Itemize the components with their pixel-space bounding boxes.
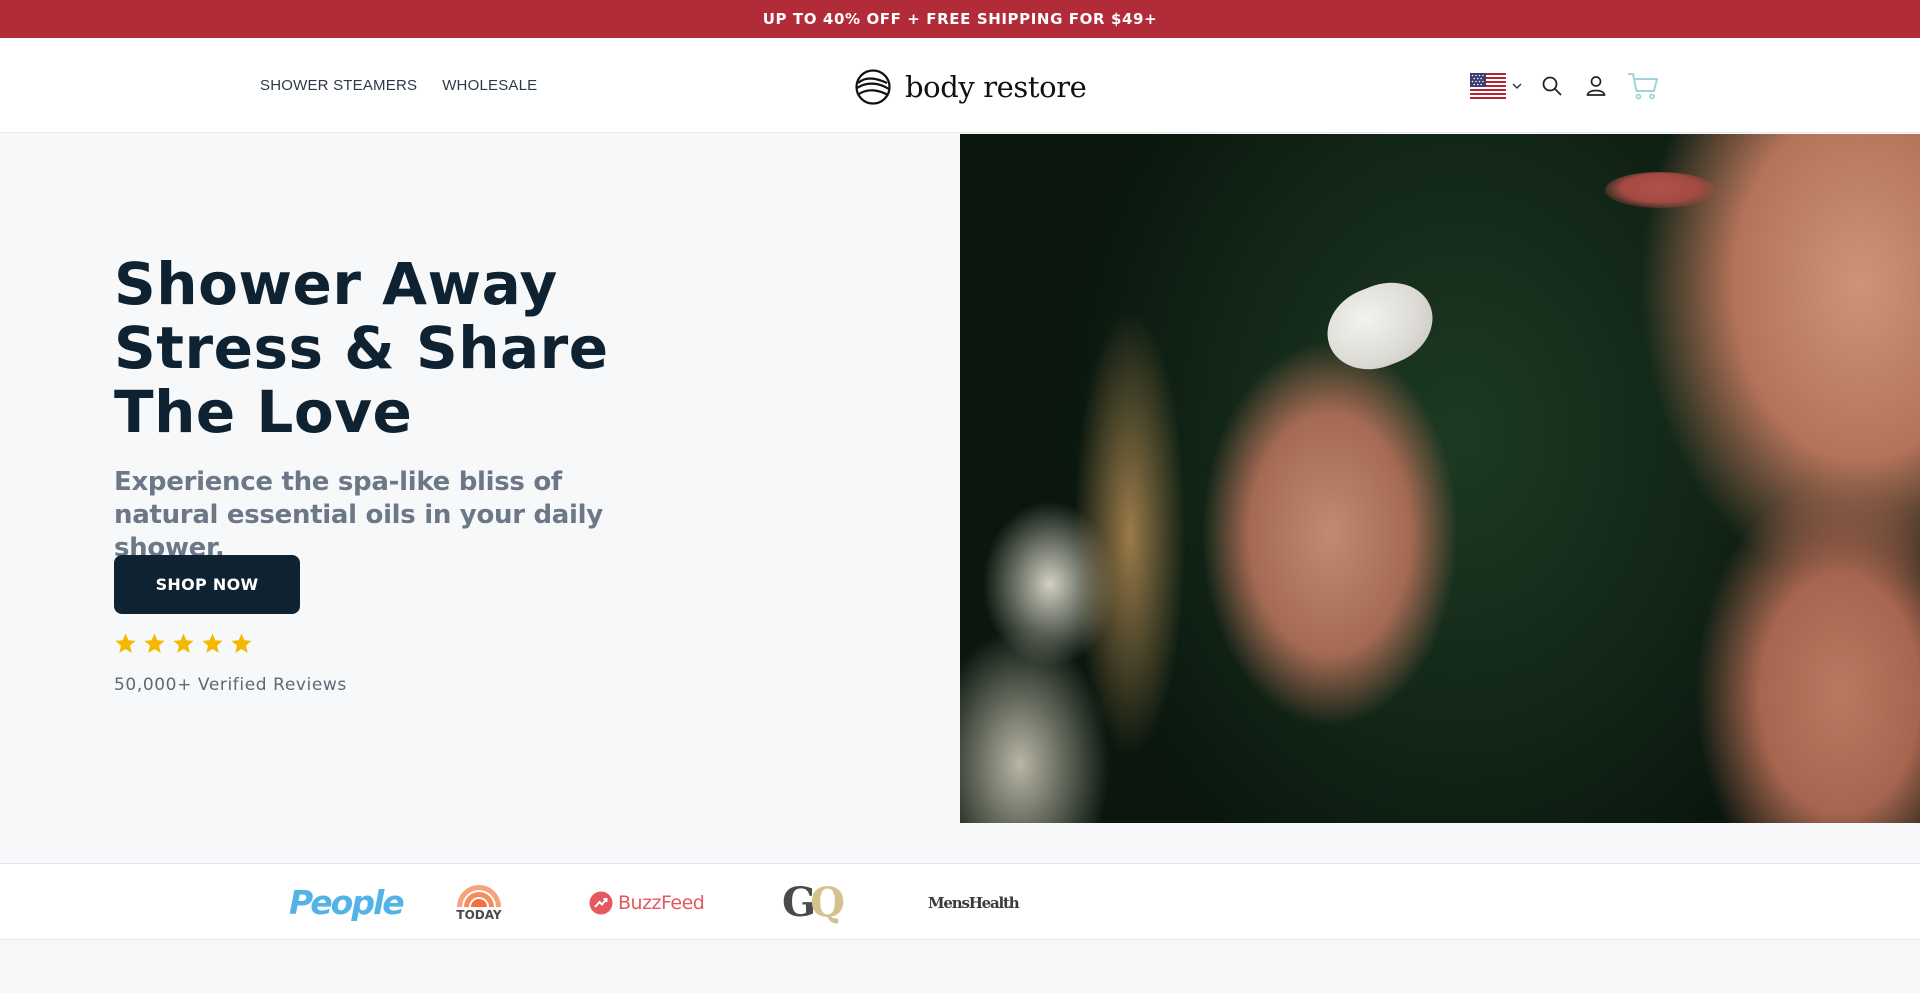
reviews-count: 50,000+ Verified Reviews [114, 675, 347, 695]
star-icon [231, 633, 252, 653]
site-header: SHOWER STEAMERS WHOLESALE body restore [0, 38, 1920, 133]
search-button[interactable] [1541, 75, 1563, 97]
press-logo-people: People [289, 883, 405, 922]
press-logos-bar: People TODAY BuzzFeed GQ MensHealth [0, 863, 1920, 940]
hero-text-panel: Shower Away Stress & Share The Love Expe… [0, 134, 960, 823]
logo-text: body restore [905, 70, 1087, 104]
page-bottom-strip [0, 941, 1920, 993]
today-rainbow-icon [457, 885, 501, 907]
cart-icon [1628, 72, 1659, 99]
star-icon [173, 633, 194, 653]
cart-button[interactable] [1627, 71, 1659, 101]
logo-mark-icon [855, 69, 891, 105]
search-icon [1542, 76, 1562, 96]
press-logo-buzzfeed: BuzzFeed [589, 864, 705, 941]
hero-subheadline: Experience the spa-like bliss of natural… [114, 467, 603, 563]
account-icon [1586, 75, 1606, 96]
hero-image [960, 134, 1920, 823]
press-logo-today: TODAY [452, 864, 506, 941]
nav-shower-steamers[interactable]: SHOWER STEAMERS [260, 77, 417, 94]
buzzfeed-arrow-icon [589, 891, 613, 914]
hero-image-steamer-tablet [1314, 268, 1446, 384]
nav-wholesale[interactable]: WHOLESALE [442, 77, 537, 94]
account-button[interactable] [1584, 74, 1608, 98]
star-icon [202, 633, 223, 653]
header-utility-icons [1470, 38, 1659, 133]
rating-stars [114, 632, 253, 655]
press-logo-menshealth: MensHealth [928, 893, 1020, 912]
announcement-bar: UP TO 40% OFF + FREE SHIPPING FOR $49+ [0, 0, 1920, 38]
announcement-text: UP TO 40% OFF + FREE SHIPPING FOR $49+ [762, 10, 1158, 28]
star-icon [144, 633, 165, 653]
main-nav: SHOWER STEAMERS WHOLESALE [260, 38, 537, 133]
hero-image-lips [1605, 172, 1715, 208]
star-icon [115, 633, 136, 653]
us-flag-icon [1470, 72, 1506, 99]
brand-logo[interactable]: body restore [854, 68, 1087, 106]
shop-now-button[interactable]: SHOP NOW [114, 555, 300, 614]
press-logo-gq: GQ [782, 879, 845, 926]
hero-headline: Shower Away Stress & Share The Love [114, 250, 609, 446]
country-selector[interactable] [1470, 72, 1522, 99]
chevron-down-icon [1512, 83, 1522, 89]
